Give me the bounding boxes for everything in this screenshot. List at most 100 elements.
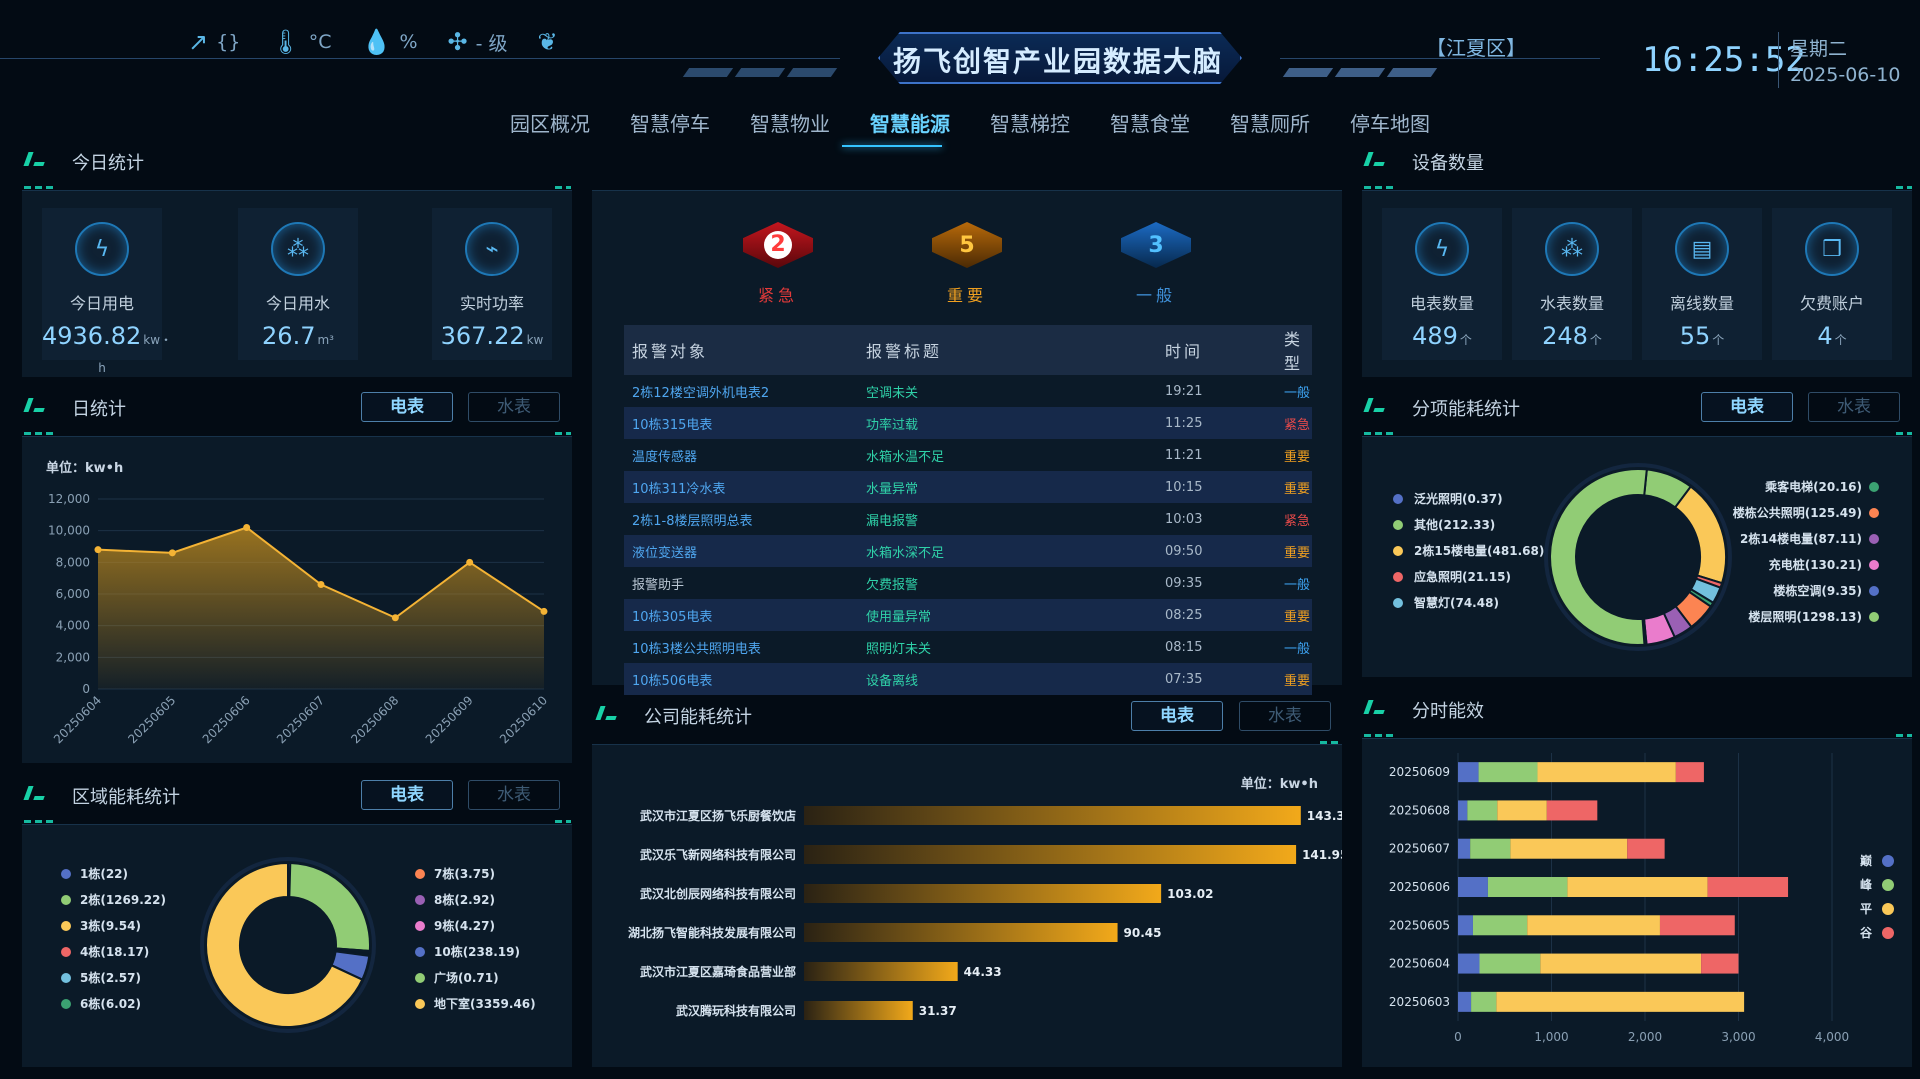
- stacked-bar-segment: [1567, 877, 1708, 897]
- bar-category-label: 武汉北创辰网络科技有限公司: [640, 886, 796, 901]
- nav-item-property[interactable]: 智慧物业: [730, 108, 850, 137]
- alarm-row[interactable]: 液位变送器 水箱水深不足 09:50 重要: [624, 535, 1312, 567]
- alarm-row[interactable]: 10栋305电表 使用量异常 08:25 重要: [624, 599, 1312, 631]
- value-number: 248: [1542, 322, 1588, 350]
- x-tick-label: 1,000: [1534, 1030, 1568, 1044]
- bar-category-label: 武汉市江夏区扬飞乐厨餐饮店: [640, 808, 796, 823]
- legend-dot: [1393, 546, 1403, 556]
- bar-value-label: 90.45: [1124, 926, 1162, 940]
- item-tab-water[interactable]: 水表: [1808, 392, 1900, 422]
- legend-label: 楼栋公共照明(125.49): [1733, 505, 1862, 520]
- alarm-normal-badge[interactable]: 3 一般: [1111, 222, 1201, 306]
- col-type: 类型: [1276, 325, 1312, 375]
- x-tick-label: 20250604: [51, 693, 104, 746]
- nav-active-indicator: [842, 145, 942, 147]
- y-category-label: 20250608: [1389, 803, 1450, 817]
- value-number: 4936.82: [42, 322, 142, 350]
- nav-item-elevator[interactable]: 智慧梯控: [970, 108, 1090, 137]
- alarm-urgent-label: 紧急: [757, 286, 798, 305]
- region-energy-title: 区域能耗统计: [72, 787, 180, 808]
- company-tab-water[interactable]: 水表: [1239, 701, 1331, 731]
- device-count-title: 设备数量: [1412, 153, 1484, 174]
- bar-category-label: 武汉腾玩科技有限公司: [676, 1003, 796, 1018]
- clock: 16:25:52: [1642, 40, 1806, 80]
- x-tick-label: 20250610: [497, 693, 550, 746]
- y-tick-label: 6,000: [56, 587, 90, 601]
- legend-dot: [61, 973, 71, 983]
- alarm-object: 液位变送器: [624, 535, 858, 567]
- legend-label: 地下室(3359.46): [434, 996, 536, 1011]
- nav-item-energy[interactable]: 智慧能源: [850, 108, 970, 137]
- alarm-important-label: 重要: [946, 286, 987, 305]
- deco-dash: [24, 432, 56, 435]
- alarm-urgent-badge[interactable]: 2 紧急: [733, 222, 823, 306]
- stacked-bar-segment: [1527, 915, 1660, 936]
- alarm-row[interactable]: 10栋3楼公共照明电表 照明灯未关 08:15 一般: [624, 631, 1312, 663]
- today-water-card: ⁂ 今日用水 26.7 m³: [238, 208, 358, 360]
- alarm-row[interactable]: 温度传感器 水箱水温不足 11:21 重要: [624, 439, 1312, 471]
- nav-item-canteen[interactable]: 智慧食堂: [1090, 108, 1210, 137]
- weather-humidity: 💧%: [362, 28, 418, 56]
- alarm-row[interactable]: 10栋315电表 功率过载 11:25 紧急: [624, 407, 1312, 439]
- section-marker: [1363, 152, 1388, 166]
- stacked-bar-segment: [1472, 915, 1528, 936]
- stacked-bar-segment: [1458, 762, 1479, 783]
- card-label: 今日用电: [69, 294, 134, 313]
- alarm-title: 照明灯未关: [866, 641, 932, 657]
- legend-dot: [1869, 586, 1879, 596]
- daily-tab-water[interactable]: 水表: [468, 392, 560, 422]
- section-marker: [1363, 700, 1388, 714]
- bar: [804, 962, 958, 981]
- timeslot-panel: 0 1,000 2,000 3,000 4,000 20250609 20250608 202…: [1362, 738, 1912, 1067]
- alarm-type: 重要: [1276, 599, 1312, 631]
- region-tab-water[interactable]: 水表: [468, 780, 560, 810]
- value-number: 55: [1679, 322, 1711, 350]
- item-energy-title: 分项能耗统计: [1412, 399, 1520, 420]
- alarm-row[interactable]: 10栋311冷水表 水量异常 10:15 重要: [624, 471, 1312, 503]
- alarm-object: 10栋3楼公共照明电表: [632, 641, 761, 657]
- clock-divider: [1778, 32, 1779, 88]
- data-point: [391, 614, 399, 622]
- item-tab-electric[interactable]: 电表: [1701, 392, 1793, 422]
- alarm-important-badge[interactable]: 5 重要: [922, 222, 1012, 306]
- alarm-row[interactable]: 2栋12楼空调外机电表2 空调未关 19:21 一般: [624, 375, 1312, 407]
- nav-item-parking-map[interactable]: 停车地图: [1330, 108, 1450, 137]
- item-energy-panel: 泛光照明(0.37) 其他(212.33) 2栋15楼电量(481.68) 应急照明(…: [1362, 436, 1912, 677]
- deco-slant: [1282, 68, 1334, 77]
- bar-value-label: 31.37: [919, 1004, 957, 1018]
- legend-dot: [61, 895, 71, 905]
- nav-item-parking[interactable]: 智慧停车: [610, 108, 730, 137]
- bar-value-label: 141.95: [1302, 848, 1342, 862]
- bar: [804, 806, 1301, 825]
- nav-item-overview[interactable]: 园区概况: [490, 108, 610, 137]
- bar-value-label: 44.33: [964, 965, 1002, 979]
- col-object: 报警对象: [624, 325, 858, 375]
- stacked-bar-segment: [1546, 800, 1598, 821]
- legend-dot: [1393, 494, 1403, 504]
- legend-dot: [415, 869, 425, 879]
- alarm-row[interactable]: 2栋1-8楼层照明总表 漏电报警 10:03 紧急: [624, 503, 1312, 535]
- daily-tab-electric[interactable]: 电表: [361, 392, 453, 422]
- alarm-row[interactable]: 报警助手 欠费报警 09:35 一般: [624, 567, 1312, 599]
- nav-item-toilet[interactable]: 智慧厕所: [1210, 108, 1330, 137]
- alarm-row[interactable]: 10栋506电表 设备离线 07:35 重要: [624, 663, 1312, 695]
- legend-dot: [1869, 612, 1879, 622]
- chart-unit-label: 单位：kw•h: [1241, 776, 1318, 792]
- legend-label: 平: [1860, 902, 1872, 916]
- card-value: 248 个: [1512, 322, 1632, 350]
- legend-dot: [1882, 855, 1894, 867]
- stacked-bar-segment: [1458, 800, 1468, 821]
- value-unit: 个: [1834, 333, 1847, 347]
- card-value: 4个: [1772, 322, 1892, 350]
- alarm-time: 09:50: [1157, 535, 1276, 567]
- card-label: 电表数量: [1409, 294, 1474, 313]
- value-number: 4: [1817, 322, 1833, 350]
- wind-value: {}: [216, 31, 241, 53]
- weather-leaf: ❦: [538, 28, 558, 56]
- company-tab-electric[interactable]: 电表: [1131, 701, 1223, 731]
- alarm-object: 10栋315电表: [624, 407, 858, 439]
- stacked-bar-segment: [1458, 915, 1473, 936]
- region-tab-electric[interactable]: 电表: [361, 780, 453, 810]
- deco-dash: [24, 186, 56, 189]
- weather-bar: ↗ {} 🌡 °C 💧% ✣ - 级 ❦: [188, 28, 558, 56]
